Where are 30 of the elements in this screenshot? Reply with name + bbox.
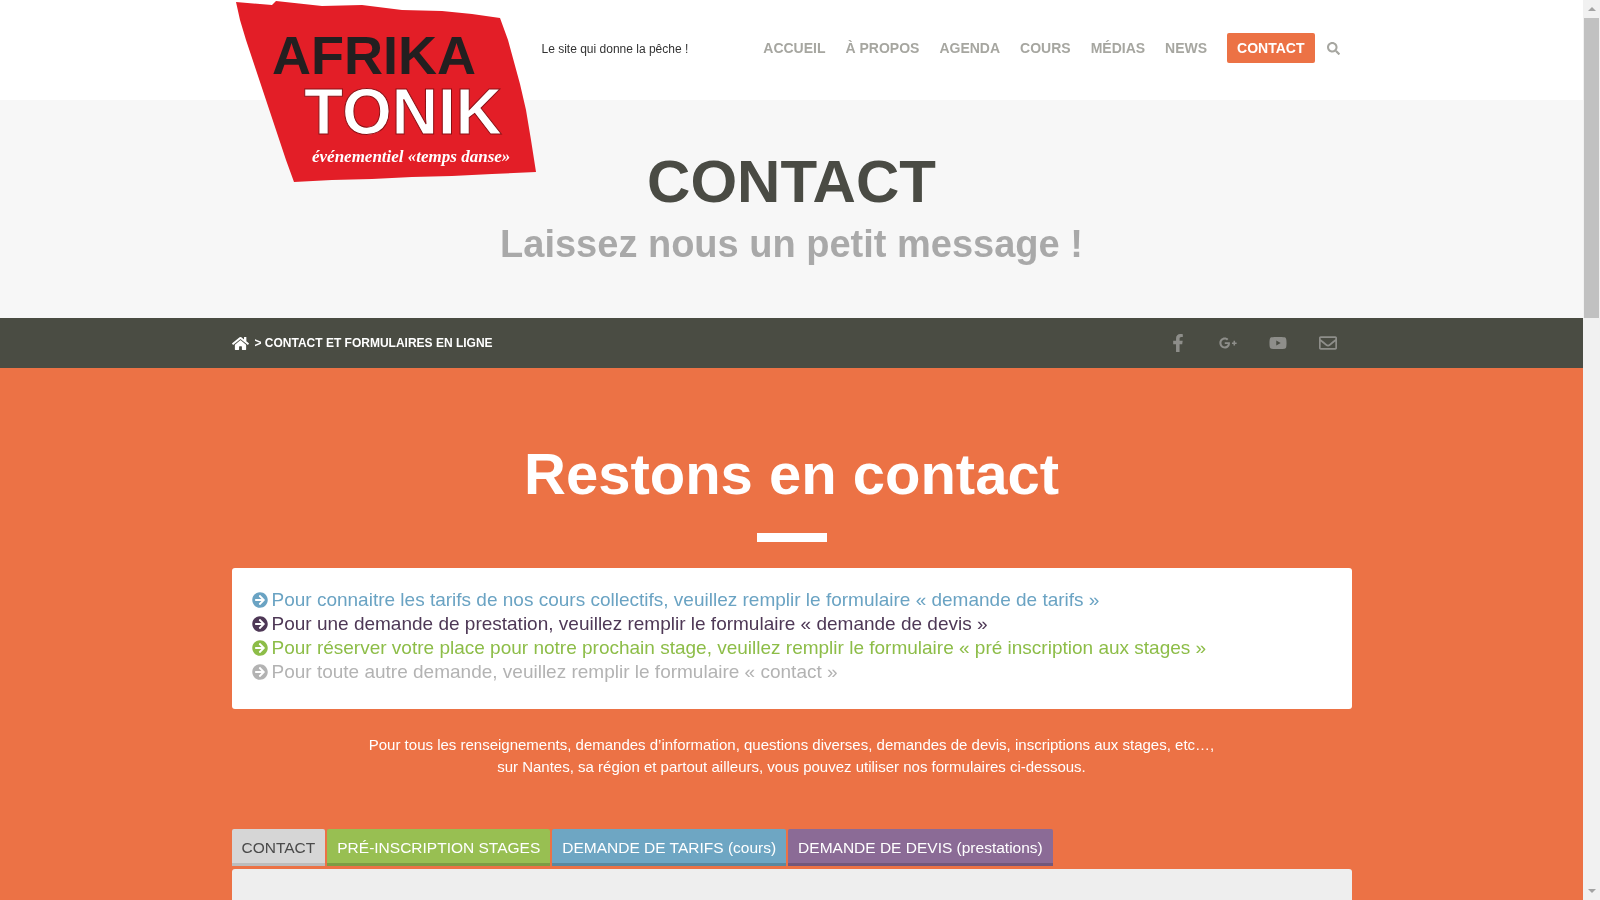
mail-icon[interactable] [1318, 334, 1337, 352]
nav-link[interactable]: CONTACT [1227, 33, 1315, 63]
notice-text: Pour réserver votre place pour notre prochain stage, veuillez remplir le formulaire « pré inscription aux stages » [271, 636, 1207, 660]
form-tab[interactable]: CONTACT [231, 829, 326, 866]
nav-link[interactable]: ACCUEIL [763, 33, 826, 63]
page-title: CONTACT [647, 152, 936, 212]
notice-text: Pour connaitre les tarifs de nos cours collectifs, veuillez remplir le formulaire « demande de tarifs » [271, 588, 1100, 612]
section-title: Restons en contact [524, 445, 1059, 503]
scroll-thumb[interactable] [1584, 18, 1599, 318]
nav-link[interactable]: MÉDIAS [1090, 33, 1146, 63]
nav-link[interactable]: NEWS [1165, 33, 1208, 63]
search-icon[interactable] [1326, 41, 1340, 55]
nav-link[interactable]: À PROPOS [845, 33, 920, 63]
scroll-down-arrow-icon[interactable] [1587, 889, 1596, 893]
site-tagline: Le site qui donne la pêche ! [541, 41, 689, 57]
form-tab[interactable]: DEMANDE DE DEVIS (prestations) [788, 829, 1053, 866]
scroll-up-arrow-icon[interactable] [1587, 7, 1596, 11]
form-tab[interactable]: DEMANDE DE TARIFS (cours) [552, 829, 787, 866]
title-underline [756, 533, 827, 542]
scrollbar[interactable] [1583, 0, 1600, 900]
form-tab[interactable]: PRÉ-INSCRIPTION STAGES [327, 829, 551, 866]
notice-text: Pour toute autre demande, veuillez remplir le formulaire « contact » [271, 660, 838, 684]
youtube-icon[interactable] [1268, 334, 1287, 352]
page-subtitle: Laissez nous un petit message ! [500, 225, 1083, 263]
home-icon[interactable] [231, 335, 249, 351]
nav-link[interactable]: AGENDA [939, 33, 1001, 63]
breadcrumb-text: > CONTACT ET FORMULAIRES EN LIGNE [254, 335, 493, 352]
intro-paragraph: Pour tous les renseignements, demandes d’information, questions diverses, demandes de devis, inscriptions aux stages, etc…, sur Nantes, sa région et partout ailleurs, vous pouvez utiliser nos formulaires ci-dessous. [368, 735, 1215, 777]
nav-link[interactable]: COURS [1020, 33, 1071, 63]
notice-text: Pour une demande de prestation, veuillez remplir le formulaire « demande de devis » [271, 612, 988, 636]
